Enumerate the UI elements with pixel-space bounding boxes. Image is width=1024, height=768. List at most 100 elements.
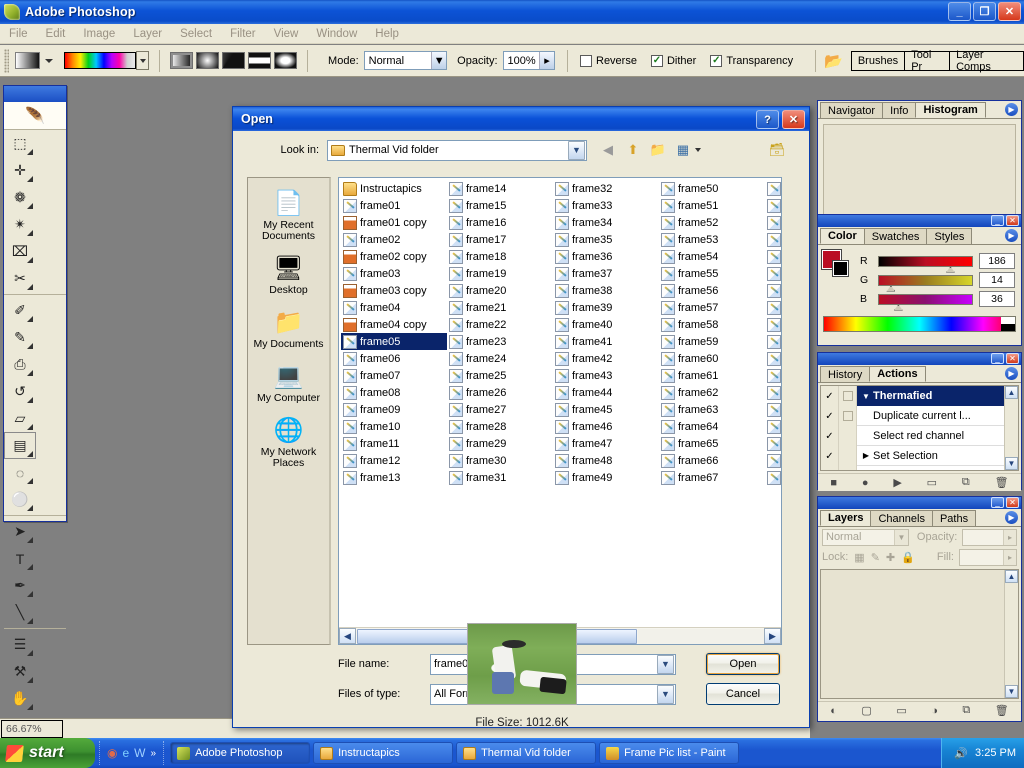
lasso-tool[interactable]: ❁ — [4, 184, 36, 211]
file-item[interactable]: frame37 — [553, 265, 659, 282]
look-in-combobox[interactable]: Thermal Vid folder ▼ — [327, 139, 587, 161]
file-item[interactable]: fram — [765, 316, 781, 333]
menu-item-file[interactable]: File — [0, 26, 37, 42]
lock-position-icon[interactable]: ✚ — [886, 551, 895, 564]
taskbar-button-3[interactable]: Frame Pic list - Paint — [599, 742, 740, 764]
file-item[interactable]: fram — [765, 418, 781, 435]
views-icon[interactable]: ▦ — [674, 142, 692, 158]
chevron-right-icon[interactable]: » — [151, 748, 157, 759]
slider-thumb[interactable] — [893, 304, 903, 311]
layer-mask-icon[interactable]: ▢ — [861, 704, 871, 717]
new-folder-icon[interactable]: 📁 — [649, 142, 667, 158]
channel-value-input[interactable]: 186 — [979, 253, 1015, 269]
magic-wand-tool[interactable]: ✴ — [4, 211, 36, 238]
blur-tool[interactable]: ◌ — [4, 459, 36, 486]
restore-button[interactable]: ❐ — [973, 2, 996, 21]
opacity-arrow-icon[interactable]: ▸ — [1003, 529, 1016, 545]
gradient-picker-chevron-down-icon[interactable] — [136, 51, 150, 70]
layer-style-icon[interactable]: ◐ — [830, 705, 837, 717]
channel-slider[interactable] — [878, 274, 973, 292]
chevron-down-icon[interactable]: ▼ — [893, 529, 908, 545]
file-item[interactable]: fram — [765, 197, 781, 214]
dialog-help-button[interactable]: ? — [756, 110, 779, 129]
marquee-tool[interactable]: ⬚ — [4, 130, 36, 157]
file-item[interactable]: frame38 — [553, 282, 659, 299]
start-button[interactable]: start — [0, 738, 95, 768]
delete-layer-icon[interactable]: 🗑 — [995, 704, 1009, 717]
file-item[interactable]: frame59 — [659, 333, 765, 350]
file-item[interactable]: frame03 — [341, 265, 447, 282]
lock-image-icon[interactable]: ✎ — [871, 551, 880, 564]
history-brush-tool[interactable]: ↺ — [4, 378, 36, 405]
options-bar-grip[interactable] — [4, 48, 9, 73]
action-item[interactable]: ▼ Thermafied — [857, 386, 1004, 406]
radial-gradient-icon[interactable] — [196, 52, 220, 69]
color-tab-swatches[interactable]: Swatches — [863, 228, 928, 244]
file-item[interactable]: frame27 — [447, 401, 553, 418]
file-item[interactable]: frame40 — [553, 316, 659, 333]
file-item[interactable]: frame63 — [659, 401, 765, 418]
delete-icon[interactable]: 🗑 — [995, 476, 1009, 489]
place-my-recent-documents[interactable]: 📄 My Recent Documents — [249, 186, 329, 242]
file-item[interactable]: frame66 — [659, 452, 765, 469]
actions-tab-actions[interactable]: Actions — [869, 366, 926, 382]
palette-menu-icon[interactable]: ▶ — [1005, 367, 1018, 380]
file-item[interactable]: frame01 — [341, 197, 447, 214]
file-item[interactable]: frame32 — [553, 180, 659, 197]
taskbar-button-2[interactable]: Thermal Vid folder — [456, 742, 597, 764]
menu-item-edit[interactable]: Edit — [37, 26, 75, 42]
expander-icon[interactable]: ▶ — [859, 451, 873, 460]
file-item[interactable]: frame65 — [659, 435, 765, 452]
file-item[interactable]: frame22 — [447, 316, 553, 333]
checkbox-box[interactable] — [580, 54, 592, 67]
color-palette-title-bar[interactable]: _ ✕ — [818, 215, 1021, 227]
action-item[interactable]: ▶ Set Selection — [857, 446, 1004, 466]
channel-value-input[interactable]: 14 — [979, 272, 1015, 288]
new-action-icon[interactable]: ⧉ — [962, 476, 970, 489]
menu-item-window[interactable]: Window — [307, 26, 366, 42]
file-item[interactable]: frame36 — [553, 248, 659, 265]
action-dialog-toggle[interactable] — [839, 446, 856, 466]
file-item[interactable]: frame48 — [553, 452, 659, 469]
file-item[interactable]: frame56 — [659, 282, 765, 299]
file-item[interactable]: frame52 — [659, 214, 765, 231]
gradient-preview-swatch[interactable] — [64, 52, 137, 69]
dodge-tool[interactable]: ⚪ — [4, 486, 36, 513]
file-item[interactable]: frame61 — [659, 367, 765, 384]
taskbar-button-1[interactable]: Instructapics — [313, 742, 454, 764]
clock[interactable]: 3:25 PM — [975, 747, 1016, 759]
file-item[interactable]: frame33 — [553, 197, 659, 214]
layers-tab-channels[interactable]: Channels — [870, 510, 933, 526]
file-item[interactable]: frame09 — [341, 401, 447, 418]
file-item[interactable]: frame05 — [341, 333, 447, 350]
layers-scrollbar[interactable]: ▲ ▼ — [1004, 570, 1018, 698]
channel-value-input[interactable]: 36 — [979, 291, 1015, 307]
adjustment-layer-icon[interactable]: ◑ — [931, 705, 938, 717]
file-item[interactable]: fram — [765, 452, 781, 469]
menu-item-layer[interactable]: Layer — [124, 26, 171, 42]
slider-thumb[interactable] — [886, 285, 896, 292]
file-item[interactable]: frame44 — [553, 384, 659, 401]
file-item[interactable]: fram — [765, 401, 781, 418]
file-item[interactable]: frame47 — [553, 435, 659, 452]
channel-slider[interactable] — [878, 293, 973, 311]
color-tab-styles[interactable]: Styles — [926, 228, 973, 244]
action-dialog-toggle[interactable] — [839, 426, 856, 446]
gradient-tool[interactable]: ▤ — [4, 432, 36, 459]
close-icon[interactable]: ✕ — [1006, 353, 1019, 364]
minimize-icon[interactable]: _ — [991, 215, 1004, 226]
file-item[interactable]: frame39 — [553, 299, 659, 316]
toolbox-title-bar[interactable] — [4, 86, 66, 102]
views-chevron-down-icon[interactable] — [695, 148, 701, 152]
zoom-level-field[interactable]: 66.67% — [1, 719, 63, 738]
layers-tab-layers[interactable]: Layers — [820, 510, 872, 526]
file-item[interactable]: frame29 — [447, 435, 553, 452]
file-item[interactable]: frame35 — [553, 231, 659, 248]
record-icon[interactable]: ● — [862, 477, 869, 489]
file-item[interactable]: frame46 — [553, 418, 659, 435]
tool-preset-swatch[interactable] — [14, 52, 41, 69]
file-item[interactable]: frame53 — [659, 231, 765, 248]
palette-menu-icon[interactable]: ▶ — [1005, 229, 1018, 242]
file-item[interactable]: frame07 — [341, 367, 447, 384]
scroll-down-icon[interactable]: ▼ — [1005, 685, 1018, 698]
